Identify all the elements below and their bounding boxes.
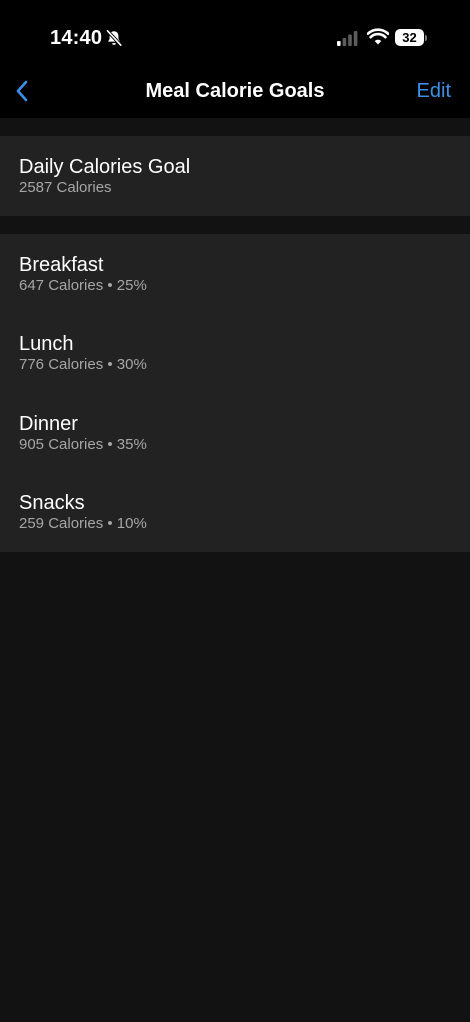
meal-row-lunch[interactable]: Lunch 776 Calories • 30% bbox=[0, 313, 470, 392]
meal-detail: 647 Calories • 25% bbox=[19, 277, 147, 294]
page-title: Meal Calorie Goals bbox=[145, 80, 325, 102]
meal-detail: 259 Calories • 10% bbox=[19, 515, 147, 532]
meal-detail: 905 Calories • 35% bbox=[19, 436, 147, 453]
meal-detail: 776 Calories • 30% bbox=[19, 356, 147, 373]
cellular-signal-icon bbox=[337, 31, 358, 46]
meal-name: Dinner bbox=[19, 413, 78, 435]
status-bar: 14:40 32 bbox=[0, 0, 470, 64]
meal-name: Lunch bbox=[19, 333, 74, 355]
bell-slash-icon bbox=[105, 29, 123, 47]
daily-goal-section: Daily Calories Goal 2587 Calories bbox=[0, 136, 470, 216]
meal-name: Snacks bbox=[19, 492, 85, 514]
meals-section: Breakfast 647 Calories • 25% Lunch 776 C… bbox=[0, 234, 470, 552]
edit-button[interactable]: Edit bbox=[417, 79, 451, 103]
daily-goal-title: Daily Calories Goal bbox=[19, 156, 191, 178]
daily-calories-goal-row[interactable]: Daily Calories Goal 2587 Calories bbox=[0, 136, 470, 215]
navigation-bar: Meal Calorie Goals Edit bbox=[0, 64, 470, 118]
wifi-icon bbox=[367, 28, 389, 45]
battery-cap bbox=[425, 35, 427, 41]
meal-row-breakfast[interactable]: Breakfast 647 Calories • 25% bbox=[0, 234, 470, 313]
meal-name: Breakfast bbox=[19, 254, 104, 276]
battery-level: 32 bbox=[402, 30, 417, 45]
battery-icon: 32 bbox=[395, 29, 429, 47]
meal-row-snacks[interactable]: Snacks 259 Calories • 10% bbox=[0, 472, 470, 551]
status-time: 14:40 bbox=[50, 27, 103, 49]
meal-row-dinner[interactable]: Dinner 905 Calories • 35% bbox=[0, 393, 470, 472]
daily-goal-value: 2587 Calories bbox=[19, 179, 112, 196]
